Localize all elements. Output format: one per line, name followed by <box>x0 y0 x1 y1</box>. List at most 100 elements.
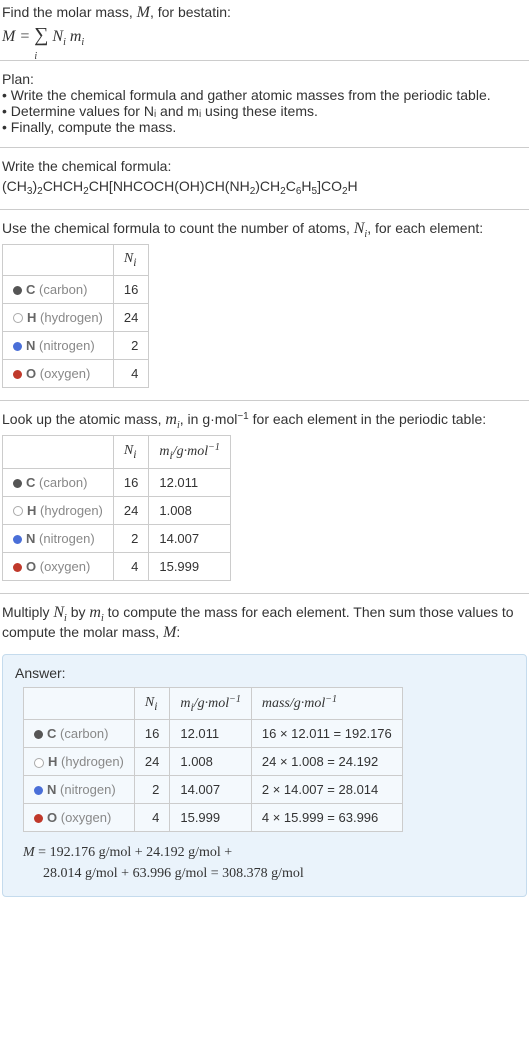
elem-name: (hydrogen) <box>40 503 103 518</box>
hydrogen-dot-icon <box>13 506 23 516</box>
ni-value: 24 <box>113 303 148 331</box>
chemical-formula: (CH3)2CHCH2CH[NHCOCH(OH)CH(NH2)CH2C6H5]C… <box>2 178 527 197</box>
plan-section: Plan: • Write the chemical formula and g… <box>0 67 529 143</box>
mi-value: 15.999 <box>170 804 252 832</box>
chem-heading: Write the chemical formula: <box>2 158 527 174</box>
ni-value: 16 <box>134 720 169 748</box>
table-row: N (nitrogen) 2 14.007 2 × 14.007 = 28.01… <box>24 776 403 804</box>
ni-value: 4 <box>134 804 169 832</box>
table-row: O (oxygen) 4 <box>3 359 149 387</box>
table-row: C (carbon) 16 12.011 <box>3 468 231 496</box>
answer-box: Answer: Ni mi/g·mol−1 mass/g·mol−1 C (ca… <box>2 654 527 898</box>
hydrogen-dot-icon <box>13 313 23 323</box>
plan-heading: Plan: <box>2 71 527 87</box>
mi-value: 1.008 <box>170 748 252 776</box>
table-row: O (oxygen) 4 15.999 <box>3 552 231 580</box>
multiply-text: Multiply Ni by mi to compute the mass fo… <box>2 604 527 642</box>
table-header-mi: mi/g·mol−1 <box>149 435 231 468</box>
mi-value: 12.011 <box>149 468 231 496</box>
divider <box>0 400 529 401</box>
elem-name: (nitrogen) <box>39 338 95 353</box>
sum-line-1: M = 192.176 g/mol + 24.192 g/mol + <box>23 845 232 860</box>
oxygen-dot-icon <box>34 814 43 823</box>
elem-symbol: N <box>47 782 56 797</box>
mi-value: 14.007 <box>149 524 231 552</box>
atom-count-table: Ni C (carbon) 16 H (hydrogen) 24 N (nitr… <box>2 244 149 388</box>
elem-symbol: O <box>26 559 36 574</box>
table-row: H (hydrogen) 24 1.008 <box>3 496 231 524</box>
elem-symbol: H <box>27 503 36 518</box>
elem-symbol: C <box>26 475 35 490</box>
oxygen-dot-icon <box>13 370 22 379</box>
ni-value: 2 <box>113 331 148 359</box>
table-header-mass: mass/g·mol−1 <box>251 687 402 720</box>
table-row: C (carbon) 16 12.011 16 × 12.011 = 192.1… <box>24 720 403 748</box>
elem-symbol: N <box>26 531 35 546</box>
carbon-dot-icon <box>13 286 22 295</box>
mass-value: 16 × 12.011 = 192.176 <box>251 720 402 748</box>
count-section: Use the chemical formula to count the nu… <box>0 216 529 396</box>
table-header-mi: mi/g·mol−1 <box>170 687 252 720</box>
elem-name: (oxygen) <box>40 559 91 574</box>
table-header-ni: Ni <box>113 435 148 468</box>
carbon-dot-icon <box>34 730 43 739</box>
elem-name: (oxygen) <box>40 366 91 381</box>
atomic-mass-table: Ni mi/g·mol−1 C (carbon) 16 12.011 H (hy… <box>2 435 231 581</box>
nitrogen-dot-icon <box>34 786 43 795</box>
mi-value: 1.008 <box>149 496 231 524</box>
ni-value: 24 <box>113 496 148 524</box>
table-header-ni: Ni <box>113 245 148 276</box>
elem-symbol: O <box>47 810 57 825</box>
ni-value: 16 <box>113 275 148 303</box>
divider <box>0 147 529 148</box>
elem-symbol: O <box>26 366 36 381</box>
divider <box>0 209 529 210</box>
plan-item: • Finally, compute the mass. <box>2 119 527 135</box>
elem-name: (carbon) <box>60 726 108 741</box>
ni-value: 24 <box>134 748 169 776</box>
elem-name: (carbon) <box>39 475 87 490</box>
nitrogen-dot-icon <box>13 535 22 544</box>
table-header-blank <box>3 435 114 468</box>
table-row: N (nitrogen) 2 <box>3 331 149 359</box>
table-header-blank <box>3 245 114 276</box>
ni-value: 2 <box>134 776 169 804</box>
elem-name: (hydrogen) <box>61 754 124 769</box>
table-header-ni: Ni <box>134 687 169 720</box>
elem-symbol: C <box>47 726 56 741</box>
nitrogen-dot-icon <box>13 342 22 351</box>
answer-label: Answer: <box>15 665 514 681</box>
elem-name: (nitrogen) <box>39 531 95 546</box>
ni-value: 16 <box>113 468 148 496</box>
elem-name: (carbon) <box>39 282 87 297</box>
carbon-dot-icon <box>13 479 22 488</box>
elem-symbol: C <box>26 282 35 297</box>
intro-section: Find the molar mass, M, for bestatin: M … <box>0 0 529 56</box>
divider <box>0 593 529 594</box>
lookup-text: Look up the atomic mass, mi, in g·mol−1 … <box>2 411 527 431</box>
sum-line-2: 28.014 g/mol + 63.996 g/mol = 308.378 g/… <box>23 866 304 881</box>
count-text: Use the chemical formula to count the nu… <box>2 220 527 240</box>
elem-symbol: N <box>26 338 35 353</box>
table-row: C (carbon) 16 <box>3 275 149 303</box>
sum-index: i <box>34 51 37 62</box>
elem-symbol: H <box>27 310 36 325</box>
plan-item: • Write the chemical formula and gather … <box>2 87 527 103</box>
intro-text: Find the molar mass, M, for bestatin: <box>2 4 527 22</box>
answer-table: Ni mi/g·mol−1 mass/g·mol−1 C (carbon) 16… <box>23 687 403 833</box>
table-row: H (hydrogen) 24 1.008 24 × 1.008 = 24.19… <box>24 748 403 776</box>
table-header-blank <box>24 687 135 720</box>
plan-item: • Determine values for Nᵢ and mᵢ using t… <box>2 103 527 119</box>
divider <box>0 60 529 61</box>
table-row: O (oxygen) 4 15.999 4 × 15.999 = 63.996 <box>24 804 403 832</box>
chemical-formula-section: Write the chemical formula: (CH3)2CHCH2C… <box>0 154 529 205</box>
mi-value: 14.007 <box>170 776 252 804</box>
ni-value: 4 <box>113 552 148 580</box>
mass-value: 24 × 1.008 = 24.192 <box>251 748 402 776</box>
table-row: H (hydrogen) 24 <box>3 303 149 331</box>
elem-symbol: H <box>48 754 57 769</box>
multiply-section: Multiply Ni by mi to compute the mass fo… <box>0 600 529 650</box>
ni-value: 4 <box>113 359 148 387</box>
elem-name: (hydrogen) <box>40 310 103 325</box>
elem-name: (nitrogen) <box>60 782 116 797</box>
